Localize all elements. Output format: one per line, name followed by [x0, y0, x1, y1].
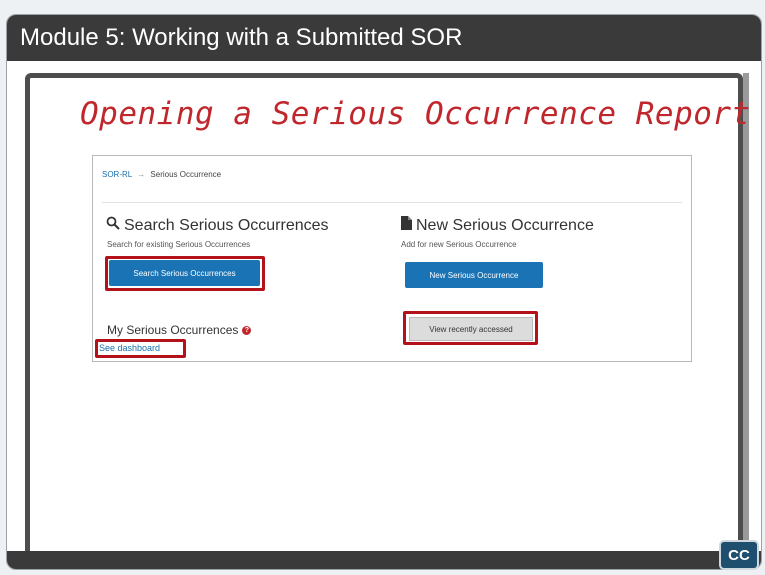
- breadcrumb-root-link[interactable]: SOR-RL: [102, 170, 132, 179]
- help-icon[interactable]: ?: [242, 325, 252, 335]
- highlight-recent-button: [403, 311, 538, 345]
- search-section-subtitle: Search for existing Serious Occurrences: [107, 240, 251, 249]
- slide-title: Module 5: Working with a Submitted SOR: [7, 15, 761, 61]
- my-serious-occurrences-title: My Serious Occurrences ?: [107, 323, 252, 337]
- breadcrumb-separator: →: [137, 170, 146, 179]
- highlight-search-button: [105, 256, 265, 291]
- new-serious-occurrence-button[interactable]: New Serious Occurrence: [405, 262, 543, 288]
- highlight-dashboard-link: [95, 339, 186, 358]
- search-icon: [106, 216, 120, 235]
- breadcrumb-current: Serious Occurrence: [150, 170, 222, 179]
- new-section-title: New Serious Occurrence: [401, 216, 594, 235]
- slide-heading: Opening a Serious Occurrence Report: [80, 96, 751, 132]
- search-section-title: Search Serious Occurrences: [106, 216, 329, 235]
- new-section-subtitle: Add for new Serious Occurrence: [401, 240, 517, 249]
- bottom-bar: [7, 551, 761, 569]
- breadcrumb: SOR-RL → Serious Occurrence: [102, 170, 221, 179]
- app-screenshot: SOR-RL → Serious Occurrence Search Serio…: [92, 155, 692, 362]
- closed-captions-button[interactable]: CC: [719, 540, 759, 570]
- divider: [102, 202, 682, 203]
- document-icon: [401, 216, 412, 235]
